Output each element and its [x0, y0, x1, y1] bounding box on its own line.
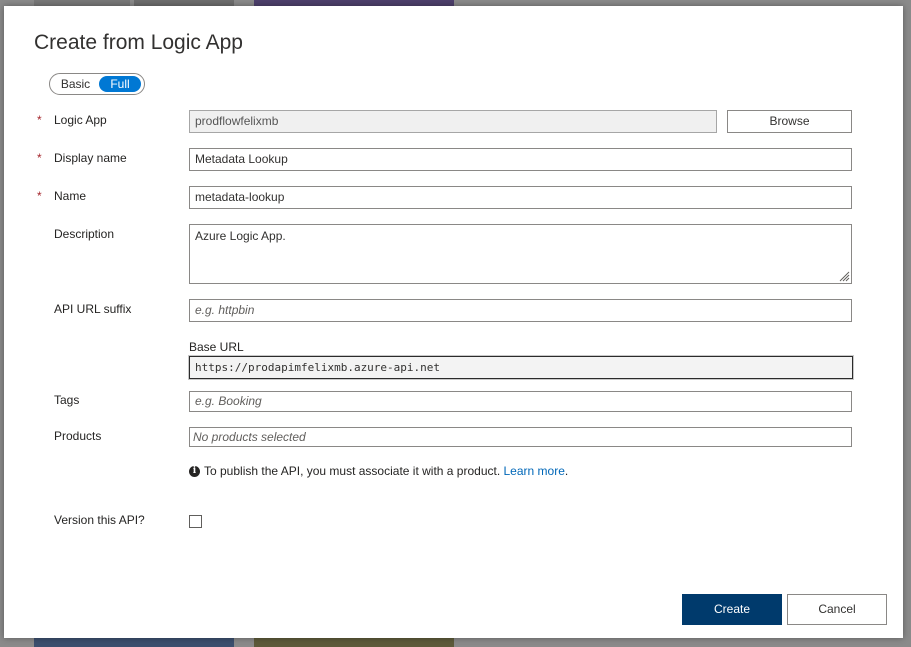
- toggle-option-basic[interactable]: Basic: [53, 76, 98, 92]
- name-input[interactable]: metadata-lookup: [189, 186, 852, 209]
- dialog-title: Create from Logic App: [34, 31, 243, 54]
- display-name-input[interactable]: Metadata Lookup: [189, 148, 852, 171]
- logic-app-field[interactable]: prodflowfelixmb: [189, 110, 717, 133]
- basic-full-toggle[interactable]: Basic Full: [49, 73, 145, 95]
- publish-info-trailing: .: [564, 464, 569, 478]
- learn-more-link[interactable]: Learn more: [504, 464, 565, 478]
- publish-info: i To publish the API, you must associate…: [189, 464, 568, 478]
- version-api-label: Version this API?: [54, 513, 145, 527]
- products-input[interactable]: No products selected: [189, 427, 852, 447]
- description-label: Description: [54, 227, 115, 241]
- publish-info-text: To publish the API, you must associate i…: [204, 464, 501, 478]
- background-tile: [254, 638, 454, 647]
- version-api-checkbox[interactable]: [189, 515, 202, 528]
- background-tile: [34, 638, 234, 647]
- description-textarea[interactable]: Azure Logic App.: [189, 224, 852, 284]
- toggle-option-full[interactable]: Full: [99, 76, 141, 92]
- required-marker: *: [37, 189, 42, 203]
- api-url-suffix-input[interactable]: e.g. httpbin: [189, 299, 852, 322]
- cancel-button[interactable]: Cancel: [787, 594, 887, 625]
- required-marker: *: [37, 151, 42, 165]
- base-url-label: Base URL: [189, 340, 244, 354]
- required-marker: *: [37, 113, 42, 127]
- description-text: Azure Logic App.: [195, 229, 286, 243]
- info-icon: i: [189, 465, 200, 477]
- tags-label: Tags: [54, 393, 80, 407]
- products-label: Products: [54, 429, 102, 443]
- create-from-logic-app-dialog: Create from Logic App Basic Full * Logic…: [4, 6, 903, 638]
- browse-button[interactable]: Browse: [727, 110, 852, 133]
- create-button[interactable]: Create: [682, 594, 782, 625]
- logic-app-label: Logic App: [54, 113, 107, 127]
- api-url-suffix-label: API URL suffix: [54, 302, 132, 316]
- tags-input[interactable]: e.g. Booking: [189, 391, 852, 412]
- base-url-field[interactable]: https://prodapimfelixmb.azure-api.net: [188, 355, 854, 380]
- resize-grip-icon[interactable]: [838, 270, 850, 282]
- display-name-label: Display name: [54, 151, 127, 165]
- name-label: Name: [54, 189, 87, 203]
